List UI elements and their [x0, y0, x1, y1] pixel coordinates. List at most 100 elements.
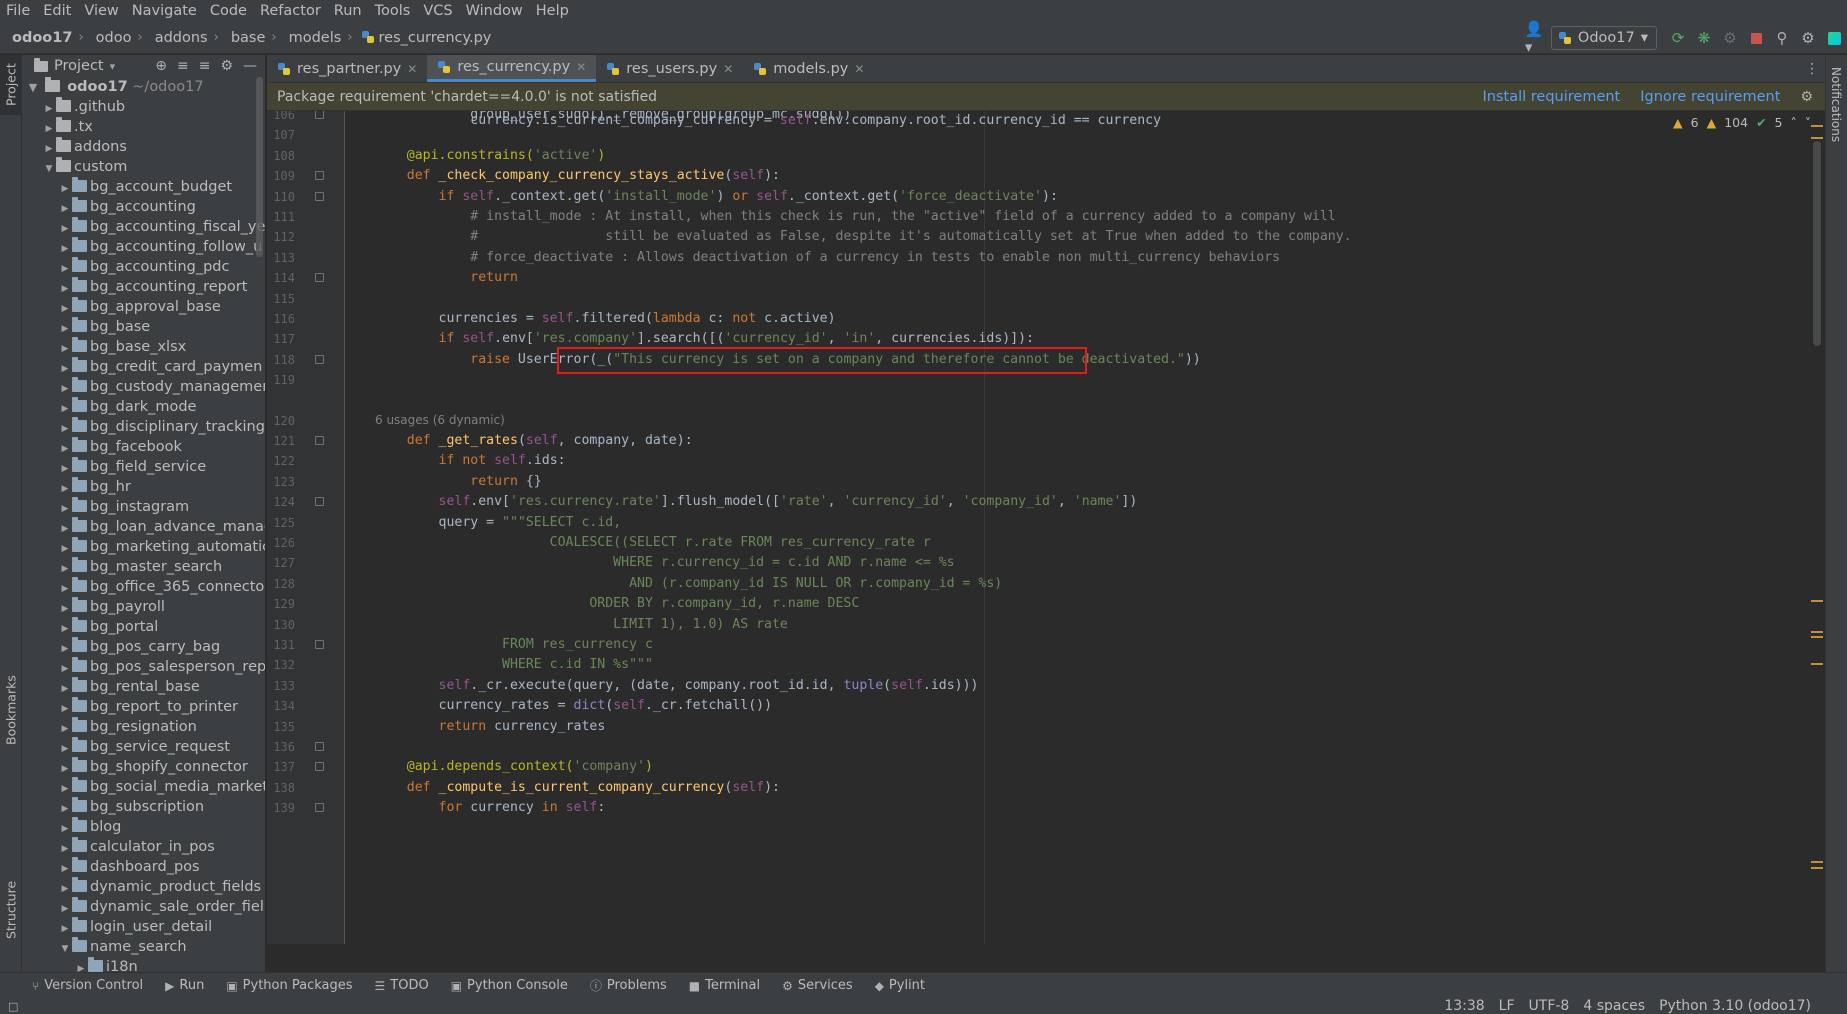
- install-requirement-link[interactable]: Install requirement: [1483, 89, 1621, 105]
- coverage-icon[interactable]: ⚙: [1717, 25, 1743, 51]
- error-stripe-mark[interactable]: [1811, 636, 1823, 638]
- tool-window-problems[interactable]: ⓘ Problems: [590, 977, 667, 994]
- code-editor[interactable]: 106 107 108 109 110 111 112 113 114 115 116 117 118 1…: [267, 111, 1825, 944]
- ignore-requirement-link[interactable]: Ignore requirement: [1640, 89, 1780, 105]
- error-stripe-mark[interactable]: [1811, 867, 1823, 869]
- line-separator[interactable]: LF: [1499, 998, 1515, 1014]
- tree-item[interactable]: ▶ dynamic_sale_order_fiel: [22, 897, 265, 917]
- chevron-down-icon[interactable]: ˅: [1805, 115, 1811, 130]
- tree-item[interactable]: ▶ bg_accounting_fiscal_ye: [22, 217, 265, 237]
- tree-item[interactable]: ▶ .tx: [22, 117, 265, 137]
- fold-toggle-icon[interactable]: [315, 273, 324, 283]
- tree-item[interactable]: ▶ dashboard_pos: [22, 857, 265, 877]
- stop-icon[interactable]: [1743, 25, 1769, 51]
- fold-toggle-icon[interactable]: [315, 354, 324, 364]
- tree-item[interactable]: ▶ bg_instagram: [22, 497, 265, 517]
- breadcrumb-item[interactable]: odoo17: [0, 30, 72, 46]
- tree-item[interactable]: ▶ bg_accounting_follow_u: [22, 237, 265, 257]
- breadcrumb-item[interactable]: res_currency.py: [375, 30, 492, 46]
- fold-toggle-icon[interactable]: [315, 742, 324, 751]
- minimize-icon[interactable]: —: [243, 58, 257, 74]
- chevron-up-icon[interactable]: ˄: [1791, 115, 1797, 130]
- tree-item[interactable]: ▶ calculator_in_pos: [22, 837, 265, 857]
- tree-item[interactable]: ▶ addons: [22, 137, 265, 157]
- fold-toggle-icon[interactable]: [315, 171, 324, 181]
- menu-item-tools[interactable]: Tools: [369, 0, 418, 22]
- menu-item-run[interactable]: Run: [328, 0, 369, 22]
- menu-item-vcs[interactable]: VCS: [417, 0, 459, 22]
- tree-item[interactable]: ▶ .github: [22, 97, 265, 117]
- tree-item[interactable]: ▶ bg_dark_mode: [22, 397, 265, 417]
- tool-window-terminal[interactable]: ■ Terminal: [689, 978, 760, 993]
- fold-toggle-icon[interactable]: [315, 803, 324, 813]
- tree-item[interactable]: ▶ bg_marketing_automatic: [22, 537, 265, 557]
- tool-window-version-control[interactable]: ⑂ Version Control: [32, 978, 143, 993]
- rerun-icon[interactable]: ⟳: [1665, 25, 1691, 51]
- error-stripe-mark[interactable]: [1811, 861, 1823, 863]
- tree-item[interactable]: ▶ bg_pos_salesperson_rep: [22, 657, 265, 677]
- tree-item[interactable]: ▶ login_user_detail: [22, 917, 265, 937]
- breadcrumb-item[interactable]: odoo: [84, 30, 132, 46]
- editor-scrollbar[interactable]: [1813, 141, 1821, 346]
- tree-item[interactable]: ▶ bg_accounting_report: [22, 277, 265, 297]
- tree-item[interactable]: ▶ bg_accounting_pdc: [22, 257, 265, 277]
- tree-item[interactable]: ▼ custom: [22, 157, 265, 177]
- expand-all-icon[interactable]: ≡: [177, 58, 189, 74]
- fold-toggle-icon[interactable]: [315, 762, 324, 772]
- locate-icon[interactable]: ⊕: [155, 58, 167, 74]
- fold-toggle-icon[interactable]: [315, 191, 324, 201]
- project-panel-title[interactable]: Project: [54, 58, 104, 74]
- indent-setting[interactable]: 4 spaces: [1583, 998, 1645, 1014]
- tree-item[interactable]: ▶ bg_payroll: [22, 597, 265, 617]
- fold-toggle-icon[interactable]: [315, 497, 324, 507]
- usages-hint[interactable]: 6 usages (6 dynamic): [375, 413, 505, 427]
- tree-item[interactable]: ▶ bg_pos_carry_bag: [22, 637, 265, 657]
- tree-item[interactable]: ▶ bg_field_service: [22, 457, 265, 477]
- fold-toggle-icon[interactable]: [315, 436, 324, 445]
- tree-item[interactable]: ▶ bg_base_xlsx: [22, 337, 265, 357]
- chevron-down-icon[interactable]: ▾: [110, 60, 116, 73]
- structure-tool-tab[interactable]: Structure: [0, 870, 22, 950]
- tool-window-todo[interactable]: ☰ TODO: [375, 978, 429, 993]
- error-stripe-mark[interactable]: [1811, 137, 1823, 139]
- menu-item-refactor[interactable]: Refactor: [254, 0, 328, 22]
- close-icon[interactable]: ✕: [854, 62, 864, 76]
- menu-item-window[interactable]: Window: [460, 0, 530, 22]
- notifications-tool-tab[interactable]: Notifications: [1825, 55, 1847, 155]
- tree-item[interactable]: ▼ name_search: [22, 937, 265, 957]
- tree-item[interactable]: ▶ bg_approval_base: [22, 297, 265, 317]
- bookmarks-tool-tab[interactable]: Bookmarks: [0, 665, 22, 755]
- caret-position[interactable]: 13:38: [1444, 998, 1484, 1014]
- tree-item[interactable]: ▶ bg_report_to_printer: [22, 697, 265, 717]
- tree-item[interactable]: ▶ bg_custody_managemen: [22, 377, 265, 397]
- close-icon[interactable]: ✕: [407, 62, 417, 76]
- project-tool-tab[interactable]: Project: [0, 55, 22, 115]
- inspections-widget[interactable]: ▲ 6 ▲ 104 ✔ 5 ˄ ˅: [1673, 111, 1811, 133]
- tree-item[interactable]: ▶ dynamic_product_fields: [22, 877, 265, 897]
- editor-tab[interactable]: models.py ✕: [743, 55, 874, 82]
- breadcrumb-item[interactable]: models: [277, 30, 342, 46]
- error-stripe-mark[interactable]: [1811, 663, 1823, 665]
- file-encoding[interactable]: UTF-8: [1529, 998, 1570, 1014]
- gear-icon[interactable]: ⚙: [1800, 89, 1813, 105]
- debug-icon[interactable]: ❋: [1691, 25, 1717, 51]
- editor-tab[interactable]: res_currency.py ✕: [427, 55, 597, 82]
- tool-window-run[interactable]: ▶ Run: [165, 978, 204, 993]
- fold-toggle-icon[interactable]: [315, 111, 324, 119]
- tree-item[interactable]: ▶ bg_credit_card_paymen: [22, 357, 265, 377]
- tree-item[interactable]: ▶ bg_accounting: [22, 197, 265, 217]
- editor-tab[interactable]: res_partner.py ✕: [267, 55, 427, 82]
- tree-item[interactable]: ▶ i18n: [22, 957, 265, 972]
- editor-tab[interactable]: res_users.py ✕: [596, 55, 743, 82]
- menu-item-navigate[interactable]: Navigate: [126, 0, 204, 22]
- search-icon[interactable]: ⚲: [1769, 25, 1795, 51]
- tree-root[interactable]: ▼ odoo17 ~/odoo17: [22, 77, 265, 97]
- error-stripe-mark[interactable]: [1811, 600, 1823, 602]
- python-interpreter[interactable]: Python 3.10 (odoo17): [1659, 998, 1811, 1014]
- run-config-selector[interactable]: Odoo17 ▾: [1550, 26, 1657, 50]
- tool-window-pylint[interactable]: ◆ Pylint: [875, 978, 925, 993]
- jetbrains-logo-icon[interactable]: [1821, 25, 1847, 51]
- close-icon[interactable]: ✕: [576, 60, 586, 74]
- tree-item[interactable]: ▶ bg_facebook: [22, 437, 265, 457]
- tree-item[interactable]: ▶ bg_shopify_connector: [22, 757, 265, 777]
